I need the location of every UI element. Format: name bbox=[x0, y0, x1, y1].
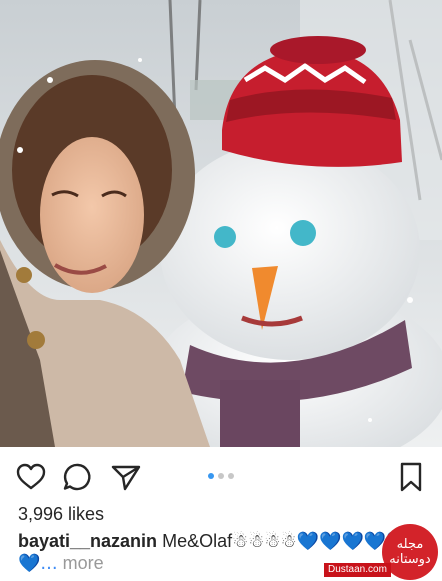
carousel-dot bbox=[228, 473, 234, 479]
bookmark-icon bbox=[400, 462, 422, 492]
watermark-url: Dustaan.com bbox=[324, 563, 391, 577]
post-photo[interactable] bbox=[0, 0, 442, 447]
post-image bbox=[0, 0, 442, 447]
action-bar bbox=[0, 455, 442, 499]
more-link[interactable]: more bbox=[63, 553, 104, 573]
save-button[interactable] bbox=[395, 461, 427, 493]
carousel-dot bbox=[218, 473, 224, 479]
likes-count[interactable]: 3,996 likes bbox=[18, 504, 104, 525]
caption-ellipsis: 💙... bbox=[18, 553, 58, 574]
carousel-dot-active bbox=[208, 473, 214, 479]
snowman-emojis: ☃☃☃☃ bbox=[232, 531, 297, 552]
caption-username[interactable]: bayati__nazanin bbox=[18, 531, 157, 551]
caption-more-row: 💙... more bbox=[18, 553, 104, 574]
caption-text: Me&Olaf bbox=[162, 531, 233, 551]
carousel-indicator bbox=[0, 473, 442, 479]
watermark-badge: مجله دوستانه Dustaan.com bbox=[324, 518, 442, 581]
